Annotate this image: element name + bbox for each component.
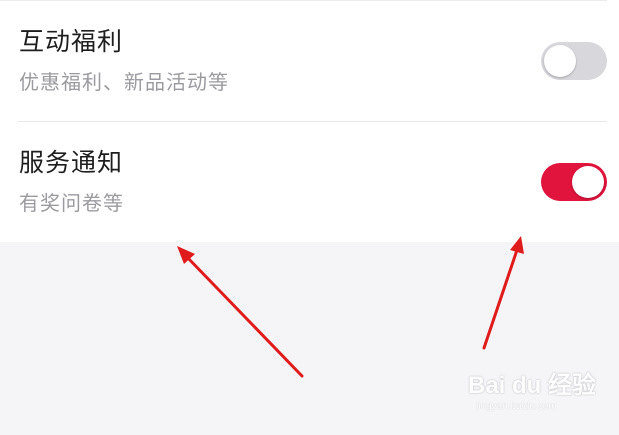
setting-row-interactive-benefits: 互动福利 优惠福利、新品活动等 — [0, 1, 619, 121]
watermark-url: jingyan.baidu.com — [476, 401, 557, 412]
setting-subtitle: 有奖问卷等 — [19, 191, 124, 215]
arrow-to-setting-label — [177, 246, 304, 378]
toggle-knob — [572, 166, 604, 198]
interactive-benefits-toggle[interactable] — [541, 42, 607, 80]
setting-subtitle: 优惠福利、新品活动等 — [19, 70, 229, 94]
notification-settings-panel: 互动福利 优惠福利、新品活动等 服务通知 有奖问卷等 — [0, 0, 619, 242]
baidu-jingyan-watermark: Bai du 经验 jingyan.baidu.com — [468, 372, 608, 422]
watermark-logo: Bai du 经验 — [468, 372, 597, 399]
setting-title: 服务通知 — [19, 148, 124, 177]
toggle-knob — [544, 45, 576, 77]
arrow-to-toggle — [482, 236, 524, 350]
setting-row-service-notifications: 服务通知 有奖问卷等 — [0, 122, 619, 242]
service-notifications-toggle[interactable] — [541, 163, 607, 201]
setting-title: 互动福利 — [19, 27, 124, 56]
